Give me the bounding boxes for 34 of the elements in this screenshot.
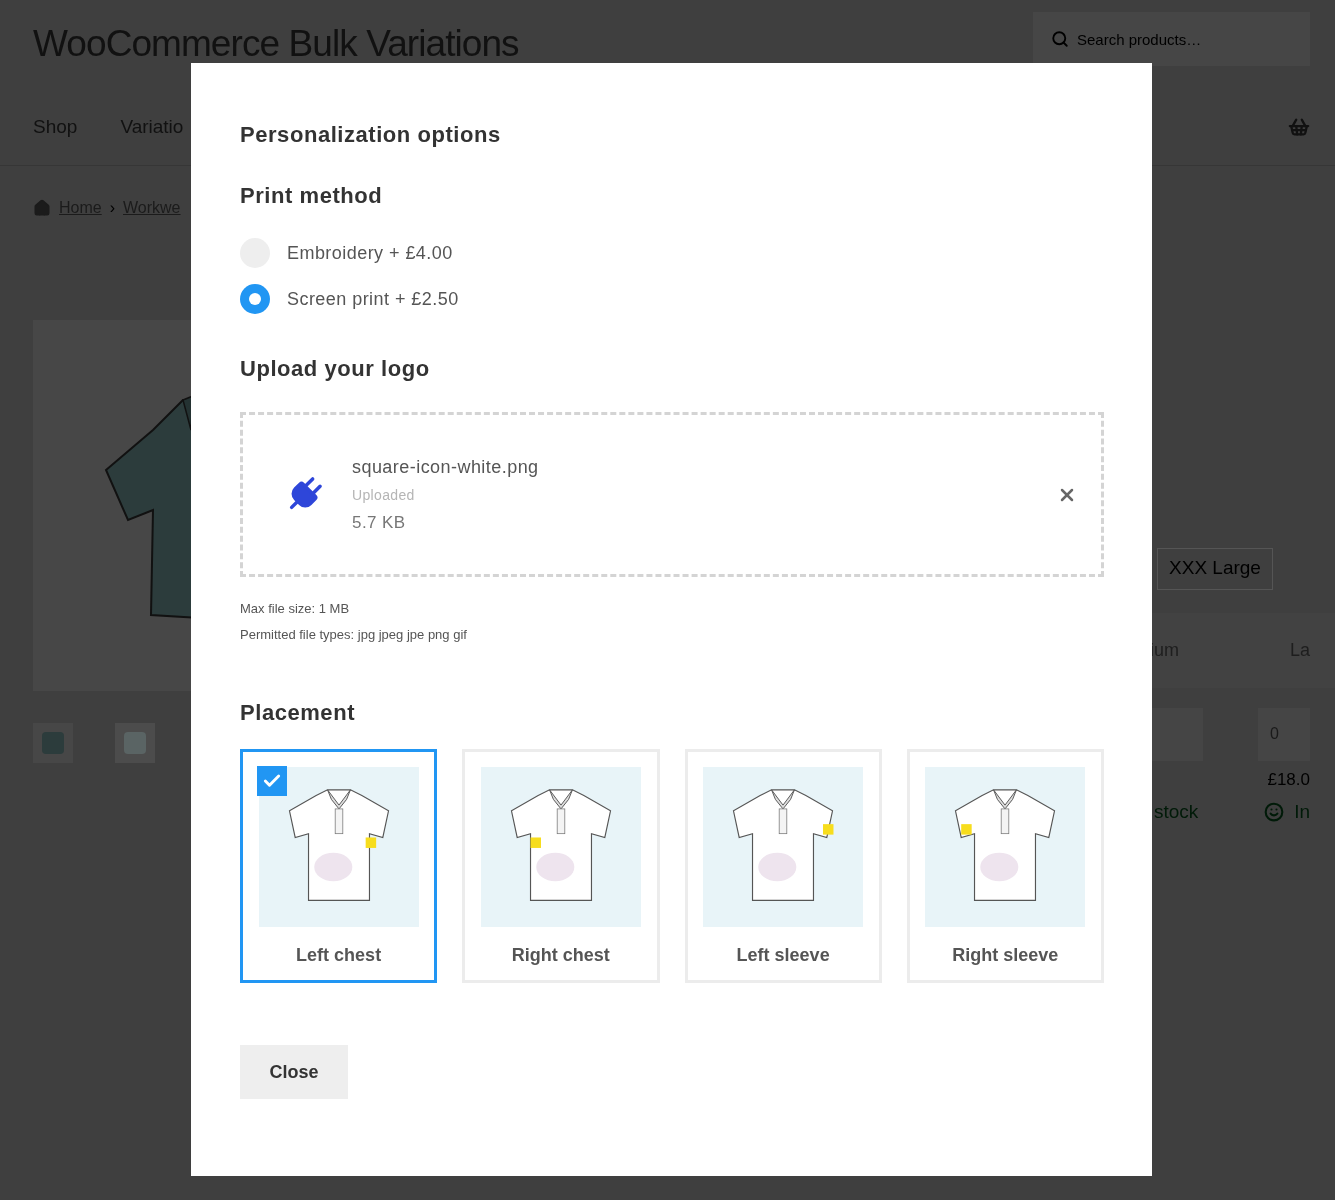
upload-status: Uploaded — [352, 485, 416, 505]
radio-button[interactable] — [240, 284, 270, 314]
smiley-icon — [1264, 802, 1285, 823]
breadcrumb-separator: › — [109, 197, 115, 218]
placement-label: Right chest — [511, 944, 610, 967]
section-heading: Upload your logo — [240, 355, 431, 383]
thumbnail[interactable] — [33, 722, 73, 763]
file-name: square-icon-white.png — [352, 455, 539, 479]
radio-label: Screen print + £2.50 — [287, 287, 459, 311]
placement-option[interactable]: Right sleeve — [906, 749, 1104, 983]
radio-label: Embroidery + £4.00 — [287, 241, 453, 265]
upload-note: Max file size: 1 MB — [240, 600, 351, 618]
close-button[interactable]: Close — [240, 1045, 348, 1099]
file-size: 5.7 KB — [352, 511, 407, 534]
stock-status: In — [1294, 800, 1310, 824]
placement-label: Right sleeve — [952, 944, 1059, 967]
basket-icon — [1288, 116, 1310, 138]
placement-option[interactable]: Right chest — [462, 749, 660, 983]
placement-label: Left sleeve — [736, 944, 830, 967]
price: £18.0 — [1267, 768, 1310, 791]
stock-status: stock — [1154, 800, 1199, 824]
placement-option[interactable]: Left sleeve — [684, 749, 882, 983]
upload-dropzone[interactable]: square-icon-white.png Uploaded 5.7 KB — [240, 412, 1104, 577]
upload-note: Permitted file types: jpg jpeg jpe png gif — [240, 625, 468, 644]
search-field[interactable]: Search products… — [1033, 12, 1310, 66]
section-heading: Print method — [240, 182, 384, 210]
home-icon — [33, 198, 51, 217]
modal-title: Personalization options — [240, 121, 502, 149]
section-heading: Placement — [240, 699, 356, 727]
checkbox[interactable] — [257, 766, 287, 796]
search-icon — [1051, 30, 1069, 48]
placement-option[interactable]: Left chest — [240, 749, 438, 983]
placement-label: Left chest — [296, 944, 382, 967]
thumbnail[interactable] — [115, 722, 155, 763]
